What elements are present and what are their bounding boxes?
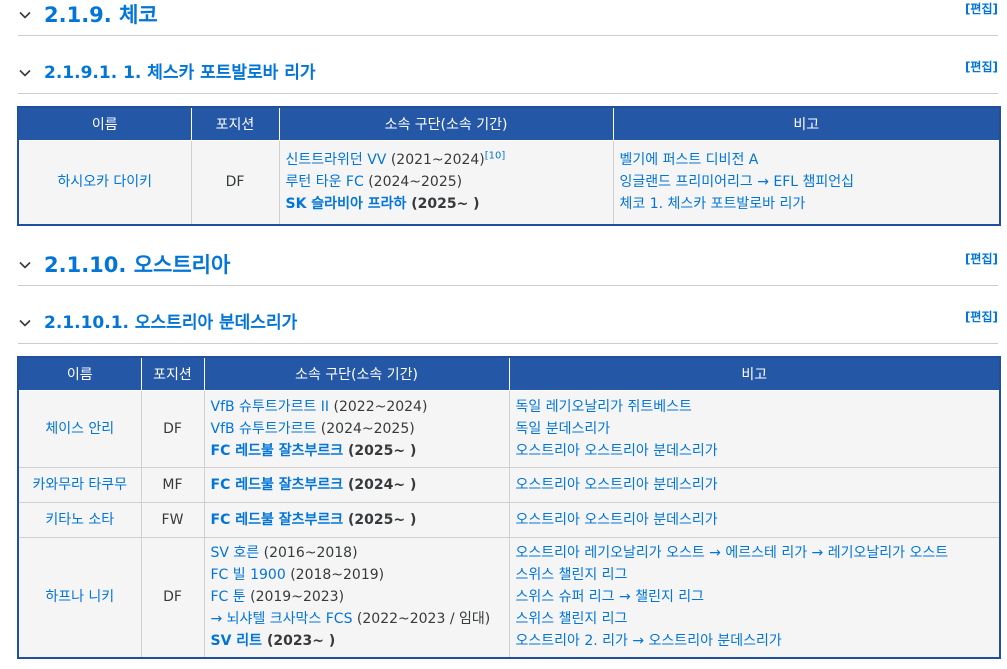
league-link[interactable]: 독일 분데스리가 — [516, 418, 994, 440]
league-link[interactable]: 잉글랜드 프리미어리그 → EFL 챔피언십 — [620, 171, 994, 193]
club-link[interactable]: SK 슬라비아 프라하 — [286, 196, 407, 212]
section-title: 2.1.10. 오스트리아 — [44, 253, 231, 277]
club-link[interactable]: 신트트라위던 VV — [286, 152, 387, 168]
league-link[interactable]: 스위스 챌린지 리그 — [516, 608, 994, 630]
table-header-row: 이름 포지션 소속 구단(소속 기간) 비고 — [17, 356, 1001, 391]
player-name[interactable]: 하시오카 다이키 — [17, 140, 192, 225]
league-notes: 벨기에 퍼스트 디비전 A 잉글랜드 프리미어리그 → EFL 챔피언십 체코 … — [612, 140, 1001, 225]
header-position: 포지션 — [140, 356, 205, 391]
header-club: 소속 구단(소속 기간) — [278, 106, 614, 141]
league-notes: 오스트리아 오스트리아 분데스리가 — [508, 502, 1001, 538]
player-position: MF — [140, 467, 205, 503]
edit-link[interactable]: [편집] — [965, 58, 998, 75]
league-notes: 독일 레기오날리가 쥐트베스트 독일 분데스리가 오스트리아 오스트리아 분데스… — [508, 390, 1001, 468]
club-link[interactable]: 루턴 타운 FC — [286, 174, 364, 190]
edit-link[interactable]: [편집] — [965, 0, 998, 17]
league-link[interactable]: 오스트리아 2. 리가 → 오스트리아 분데스리가 — [516, 630, 994, 652]
table-header-row: 이름 포지션 소속 구단(소속 기간) 비고 — [17, 106, 1001, 141]
club-link[interactable]: FC 레드불 잘츠부르크 — [211, 477, 344, 493]
player-position: DF — [140, 537, 205, 658]
club-link[interactable]: VfB 슈투트가르트 II — [211, 399, 330, 415]
league-link[interactable]: 오스트리아 오스트리아 분데스리가 — [516, 509, 994, 531]
chevron-down-icon[interactable] — [18, 66, 32, 80]
league-link[interactable]: 벨기에 퍼스트 디비전 A — [620, 149, 994, 171]
chevron-down-icon[interactable] — [18, 8, 32, 22]
header-name: 이름 — [17, 106, 192, 141]
club-link[interactable]: FC 레드불 잘츠부르크 — [211, 512, 344, 528]
club-link[interactable]: VfB 슈투트가르트 — [211, 421, 317, 437]
club-link[interactable]: → 뇌샤텔 크사막스 FCS — [211, 611, 353, 627]
chevron-down-icon[interactable] — [18, 258, 32, 272]
section-heading-austria-league: 2.1.10.1. 오스트리아 분데스리가 [편집] — [18, 308, 998, 344]
league-link[interactable]: 오스트리아 오스트리아 분데스리가 — [516, 440, 994, 462]
club-history: 신트트라위던 VV (2021~2024)[10] 루턴 타운 FC (2024… — [278, 140, 614, 225]
player-name[interactable]: 카와무라 타쿠무 — [17, 467, 142, 503]
header-position: 포지션 — [190, 106, 280, 141]
league-link[interactable]: 오스트리아 레기오날리가 오스트 → 에르스테 리가 → 레기오날리가 오스트 — [516, 542, 994, 564]
league-link[interactable]: 오스트리아 오스트리아 분데스리가 — [516, 474, 994, 496]
player-position: FW — [140, 502, 205, 538]
club-history: VfB 슈투트가르트 II (2022~2024) VfB 슈투트가르트 (20… — [203, 390, 510, 468]
edit-link[interactable]: [편집] — [965, 250, 998, 267]
section-heading-czech-league: 2.1.9.1. 1. 체스카 포트발로바 리가 [편집] — [18, 58, 998, 94]
chevron-down-icon[interactable] — [18, 316, 32, 330]
section-heading-czech: 2.1.9. 체코 [편집] — [18, 0, 998, 36]
header-name: 이름 — [17, 356, 142, 391]
section-heading-austria: 2.1.10. 오스트리아 [편집] — [18, 250, 998, 286]
section-title: 2.1.10.1. 오스트리아 분데스리가 — [44, 313, 298, 333]
player-name[interactable]: 키타노 소타 — [17, 502, 142, 538]
club-link[interactable]: FC 레드불 잘츠부르크 — [211, 443, 344, 459]
club-history: SV 호른 (2016~2018) FC 빌 1900 (2018~2019) … — [203, 537, 510, 658]
league-notes: 오스트리아 레기오날리가 오스트 → 에르스테 리가 → 레기오날리가 오스트 … — [508, 537, 1001, 658]
table-row: 체이스 안리 DF VfB 슈투트가르트 II (2022~2024) VfB … — [17, 390, 1001, 468]
league-link[interactable]: 독일 레기오날리가 쥐트베스트 — [516, 396, 994, 418]
club-history: FC 레드불 잘츠부르크 (2025~ ) — [203, 502, 510, 538]
table-row: 카와무라 타쿠무 MF FC 레드불 잘츠부르크 (2024~ ) 오스트리아 … — [17, 467, 1001, 503]
table-row: 하시오카 다이키 DF 신트트라위던 VV (2021~2024)[10] 루턴… — [17, 140, 1001, 225]
club-link[interactable]: FC 빌 1900 — [211, 567, 286, 583]
section-title: 2.1.9.1. 1. 체스카 포트발로바 리가 — [44, 63, 316, 83]
club-link[interactable]: FC 툰 — [211, 589, 246, 605]
club-history: FC 레드불 잘츠부르크 (2024~ ) — [203, 467, 510, 503]
player-name[interactable]: 체이스 안리 — [17, 390, 142, 468]
header-club: 소속 구단(소속 기간) — [203, 356, 510, 391]
section-title: 2.1.9. 체코 — [44, 3, 158, 27]
austria-players-table: 이름 포지션 소속 구단(소속 기간) 비고 체이스 안리 DF VfB 슈투트… — [17, 356, 1001, 659]
league-link[interactable]: 체코 1. 체스카 포트발로바 리가 — [620, 193, 994, 215]
player-position: DF — [190, 140, 280, 225]
table-row: 키타노 소타 FW FC 레드불 잘츠부르크 (2025~ ) 오스트리아 오스… — [17, 502, 1001, 538]
club-link[interactable]: SV 호른 — [211, 545, 260, 561]
footnote-ref[interactable]: [10] — [485, 151, 506, 162]
player-name[interactable]: 하프나 니키 — [17, 537, 142, 658]
player-position: DF — [140, 390, 205, 468]
czech-players-table: 이름 포지션 소속 구단(소속 기간) 비고 하시오카 다이키 DF 신트트라위… — [17, 106, 1001, 226]
league-link[interactable]: 스위스 챌린지 리그 — [516, 564, 994, 586]
table-row: 하프나 니키 DF SV 호른 (2016~2018) FC 빌 1900 (2… — [17, 537, 1001, 658]
header-note: 비고 — [612, 106, 1001, 141]
club-link[interactable]: SV 리트 — [211, 633, 263, 649]
league-notes: 오스트리아 오스트리아 분데스리가 — [508, 467, 1001, 503]
edit-link[interactable]: [편집] — [965, 308, 998, 325]
league-link[interactable]: 스위스 슈퍼 리그 → 챌린지 리그 — [516, 586, 994, 608]
header-note: 비고 — [508, 356, 1001, 391]
